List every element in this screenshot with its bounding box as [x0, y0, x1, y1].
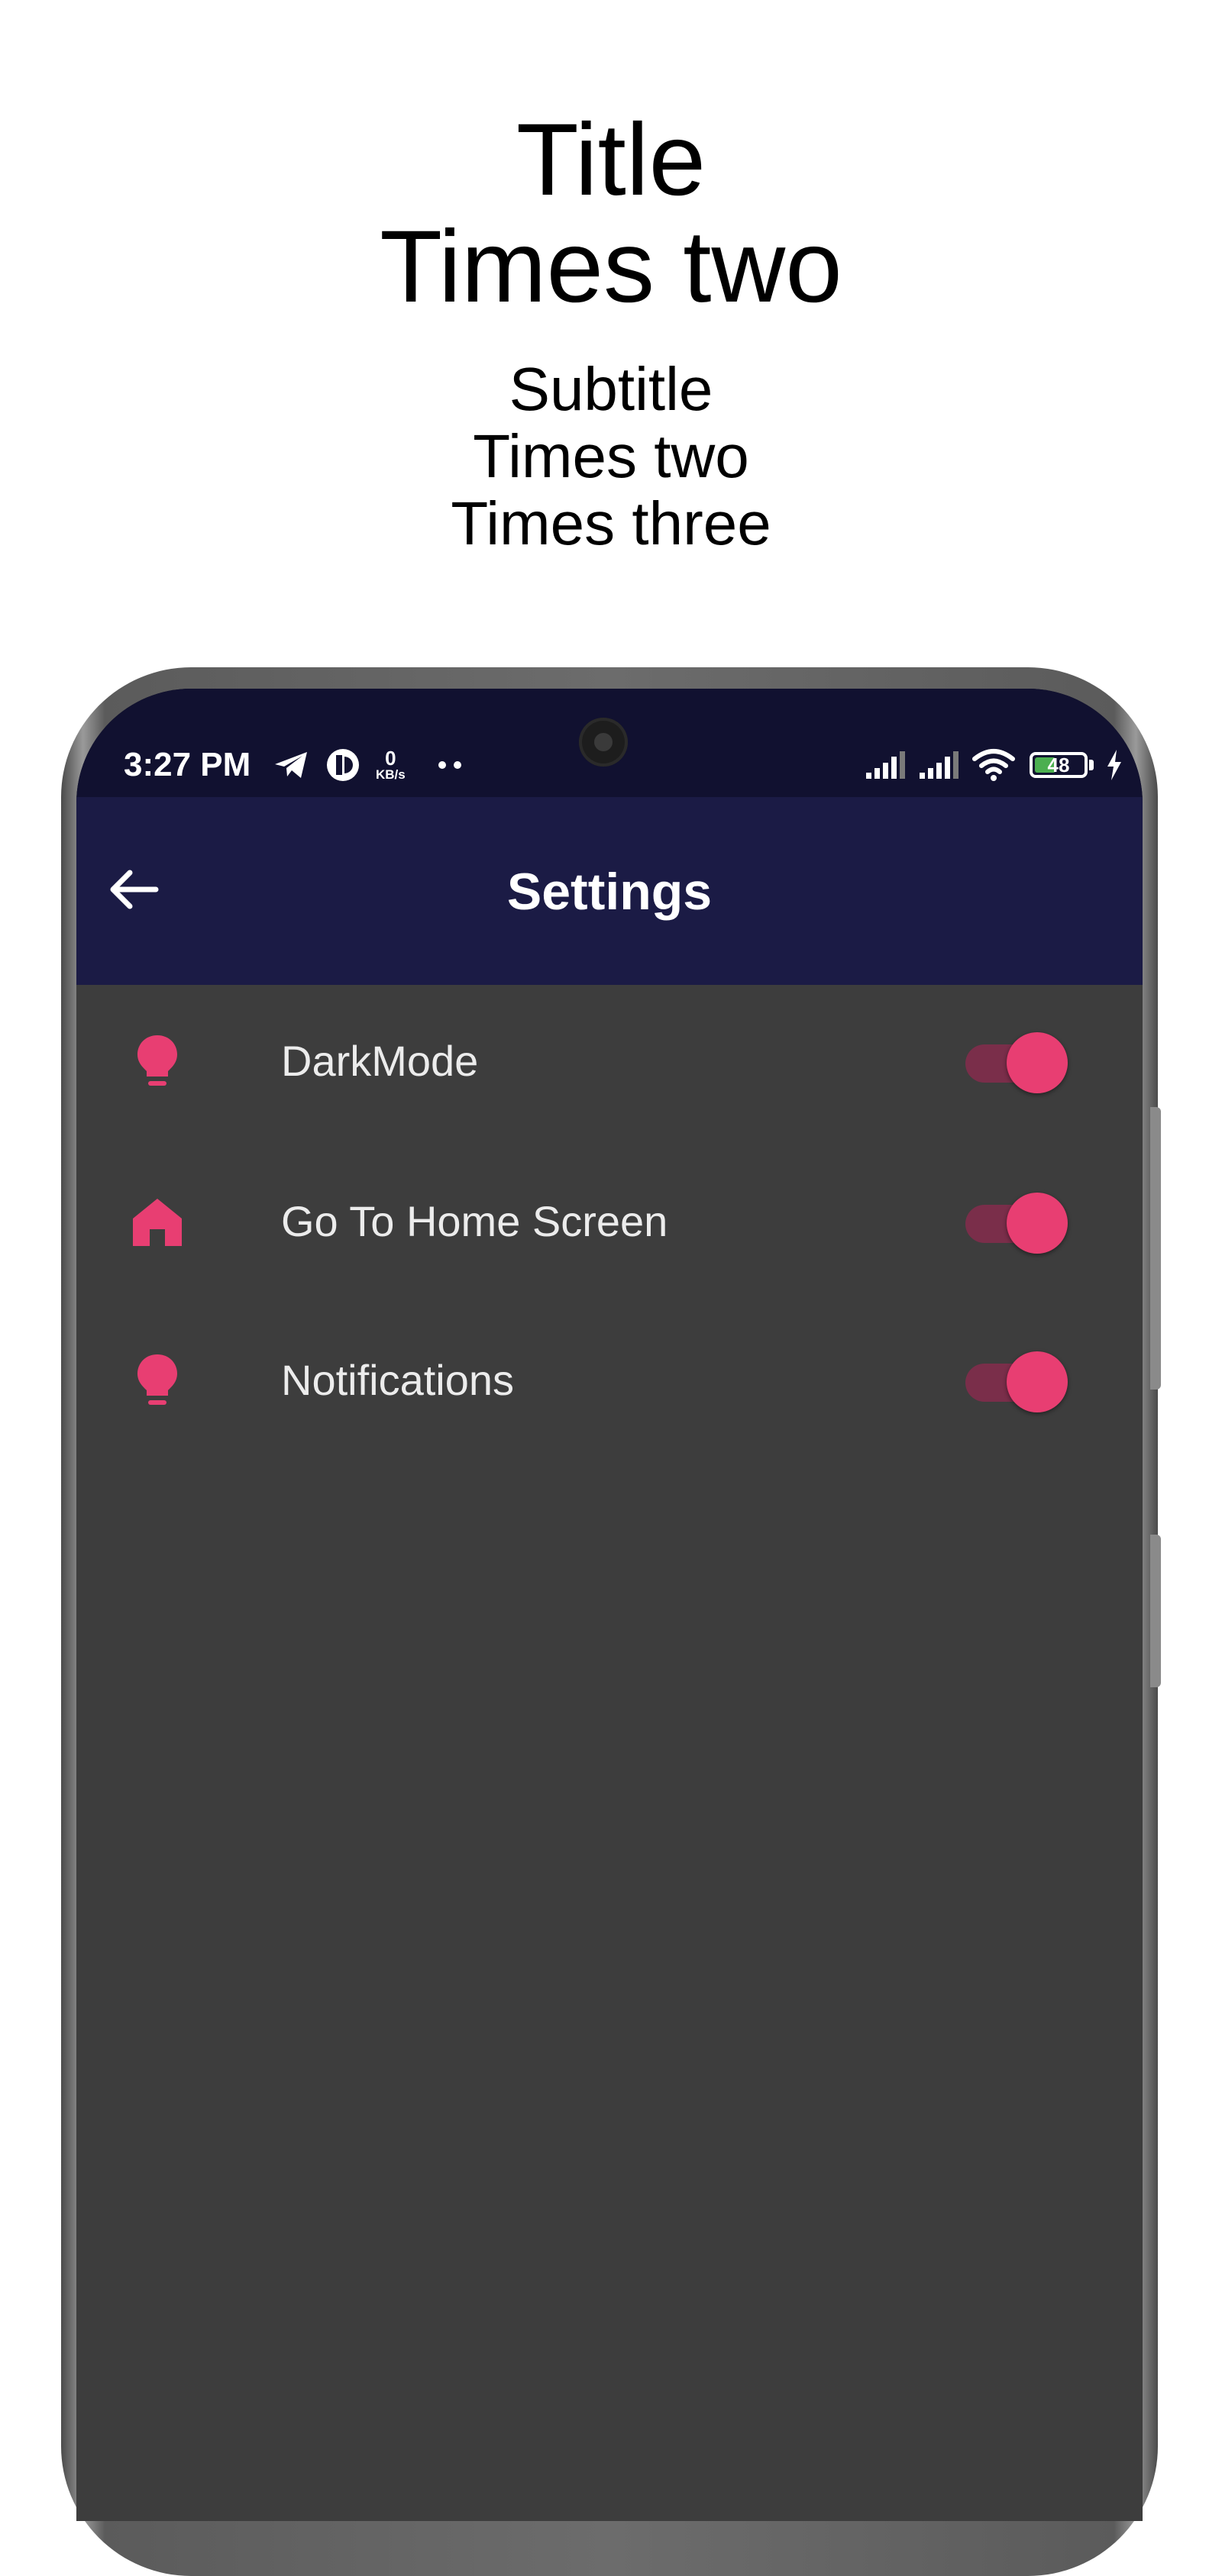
app-bar: Settings	[76, 797, 1143, 985]
darkmode-toggle[interactable]	[962, 1026, 1069, 1095]
setting-label-darkmode: DarkMode	[281, 1037, 479, 1085]
battery-level: 48	[1047, 754, 1070, 776]
wifi-icon	[972, 749, 1015, 781]
battery-icon: 48	[1030, 752, 1088, 778]
promo-title-line-2: Times two	[380, 210, 842, 324]
phone-screen: 3:27 PM 0 KB/s 48 Settings DarkMode Go T…	[76, 689, 1143, 2521]
network-speed: 0 KB/s	[376, 748, 406, 782]
front-camera	[579, 718, 628, 767]
more-notifications-icon	[438, 761, 461, 769]
toggle-thumb	[1007, 1032, 1068, 1093]
status-time: 3:27 PM	[124, 746, 251, 783]
status-icons-left: 0 KB/s	[273, 744, 482, 786]
network-speed-unit: KB/s	[376, 767, 406, 782]
toggle-thumb	[1007, 1193, 1068, 1254]
volume-button	[1150, 1107, 1161, 1390]
status-bar: 3:27 PM 0 KB/s 48	[76, 689, 1143, 797]
promo-title-line-1: Title	[516, 103, 706, 217]
settings-list: DarkMode Go To Home Screen Notifications	[76, 985, 1143, 2521]
setting-row-darkmode[interactable]: DarkMode	[76, 985, 1143, 1138]
camera-lens	[594, 733, 613, 751]
toggle-thumb	[1007, 1351, 1068, 1412]
signal-icon	[866, 751, 905, 779]
setting-label-notifications: Notifications	[281, 1356, 515, 1404]
home-icon	[128, 1193, 186, 1251]
setting-label-home-screen: Go To Home Screen	[281, 1197, 668, 1245]
lightbulb-icon	[128, 1032, 186, 1090]
home-screen-toggle[interactable]	[962, 1186, 1069, 1255]
promo-subtitle-line-2: Times two	[473, 422, 749, 490]
notifications-toggle[interactable]	[962, 1345, 1069, 1414]
telegram-icon	[275, 752, 307, 778]
promo-title: Title Times two	[0, 107, 1222, 321]
app-notification-icon	[327, 749, 359, 781]
signal-icon	[920, 751, 959, 779]
network-speed-value: 0	[385, 747, 396, 770]
charging-icon	[1107, 750, 1121, 780]
setting-row-home-screen[interactable]: Go To Home Screen	[76, 1145, 1143, 1298]
setting-row-notifications[interactable]: Notifications	[76, 1304, 1143, 1457]
promo-subtitle-line-1: Subtitle	[509, 355, 713, 423]
promo-subtitle: Subtitle Times two Times three	[0, 356, 1222, 557]
power-button	[1150, 1535, 1161, 1687]
promo-subtitle-line-3: Times three	[451, 489, 771, 557]
page-title: Settings	[506, 863, 713, 921]
status-icons-right: 48	[854, 744, 1124, 786]
lightbulb-icon	[128, 1351, 186, 1409]
battery-cap	[1089, 760, 1094, 770]
